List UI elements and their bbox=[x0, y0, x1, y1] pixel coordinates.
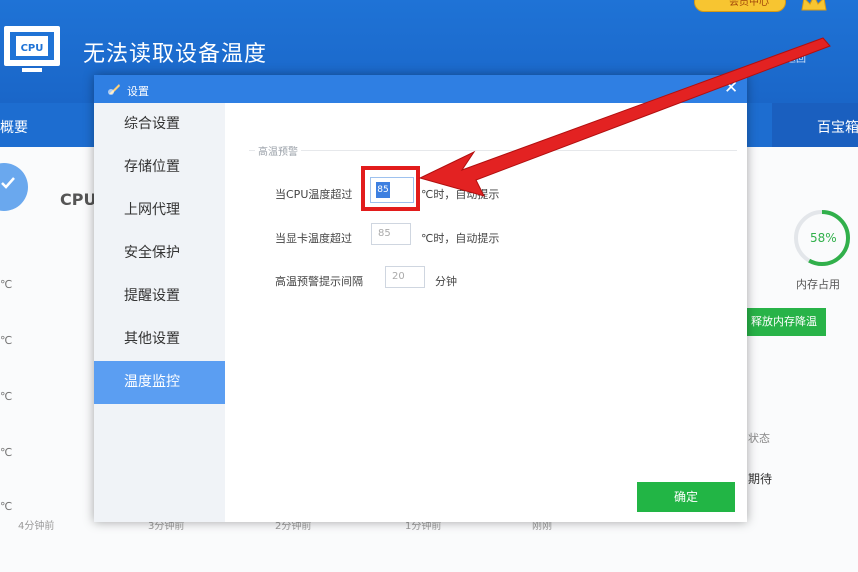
interval-label: 高温预警提示间隔 bbox=[275, 275, 363, 288]
interval-suffix: 分钟 bbox=[435, 275, 457, 288]
sidebar-item-general[interactable]: 综合设置 bbox=[94, 103, 225, 146]
app-top-right-label[interactable]: 返回 bbox=[786, 50, 806, 65]
interval-input[interactable]: 20 bbox=[385, 266, 425, 288]
highlight-box bbox=[361, 166, 420, 211]
temp-axis-label: ℃ bbox=[0, 446, 13, 459]
dialog-titlebar[interactable]: 设置 ✕ bbox=[94, 75, 747, 103]
gpu-threshold-suffix: ℃时，自动提示 bbox=[421, 232, 500, 245]
dialog-title: 设置 bbox=[127, 85, 149, 98]
ok-button[interactable]: 确定 bbox=[637, 482, 735, 512]
release-memory-button[interactable]: 释放内存降温 bbox=[742, 308, 826, 336]
check-icon bbox=[1, 177, 15, 189]
group-label: 高温预警 bbox=[255, 143, 301, 158]
cpu-label: CPU bbox=[60, 190, 97, 209]
cpu-icon: CPU bbox=[4, 26, 60, 72]
side-wait-text: 期待 bbox=[748, 472, 773, 486]
sidebar-item-temperature[interactable]: 温度监控 bbox=[94, 361, 225, 404]
sidebar-item-security[interactable]: 安全保护 bbox=[94, 232, 225, 275]
sidebar-item-proxy[interactable]: 上网代理 bbox=[94, 189, 225, 232]
sidebar-item-other[interactable]: 其他设置 bbox=[94, 318, 225, 361]
cpu-icon-text: CPU bbox=[21, 43, 44, 54]
vip-center-badge[interactable]: 会员中心 bbox=[694, 0, 786, 12]
settings-content: 高温预警 当CPU温度超过 ℃时，自动提示 当显卡温度超过 85 ℃时，自动提示… bbox=[225, 103, 747, 522]
tab-toolbox[interactable]: 百宝箱 bbox=[772, 103, 858, 147]
cpu-threshold-suffix: ℃时，自动提示 bbox=[421, 188, 500, 201]
settings-dialog: 设置 ✕ 综合设置 存储位置 上网代理 安全保护 提醒设置 其他设置 温度监控 … bbox=[94, 75, 747, 522]
gpu-threshold-input[interactable]: 85 bbox=[371, 223, 411, 245]
sidebar-item-storage[interactable]: 存储位置 bbox=[94, 146, 225, 189]
temp-axis-label: ℃ bbox=[0, 278, 13, 291]
tab-overview[interactable]: 概要 bbox=[0, 117, 28, 137]
group-divider bbox=[249, 150, 737, 151]
close-icon[interactable]: ✕ bbox=[724, 78, 738, 98]
gear-icon bbox=[108, 84, 120, 95]
side-status-text: 状态 bbox=[748, 432, 770, 445]
settings-sidebar: 综合设置 存储位置 上网代理 安全保护 提醒设置 其他设置 温度监控 bbox=[94, 103, 225, 522]
sidebar-item-reminder[interactable]: 提醒设置 bbox=[94, 275, 225, 318]
memory-percent: 58% bbox=[810, 231, 837, 245]
cpu-threshold-label: 当CPU温度超过 bbox=[275, 188, 353, 201]
temp-axis-label: ℃ bbox=[0, 390, 13, 403]
tab-toolbox-label: 百宝箱 bbox=[817, 120, 858, 136]
temp-axis-label: ℃ bbox=[0, 500, 13, 513]
gpu-threshold-label: 当显卡温度超过 bbox=[275, 232, 352, 245]
memory-usage-label: 内存占用 bbox=[796, 278, 840, 291]
crown-icon[interactable] bbox=[800, 0, 828, 12]
temp-axis-label: ℃ bbox=[0, 334, 13, 347]
time-axis-label: 4分钟前 bbox=[18, 521, 55, 532]
app-title: 无法读取设备温度 bbox=[83, 42, 268, 67]
